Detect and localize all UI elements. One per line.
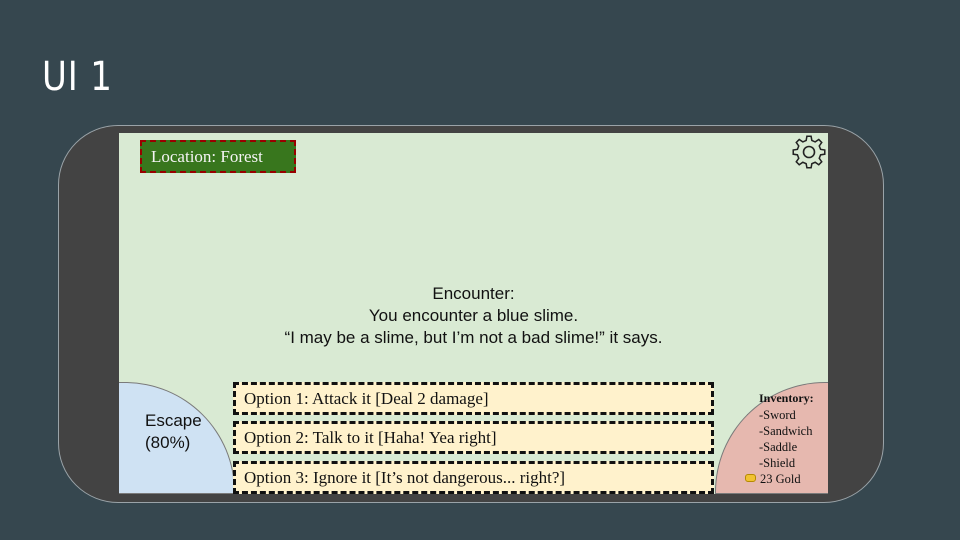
option-talk-button[interactable]: Option 2: Talk to it [Haha! Yea right] [233, 421, 714, 454]
encounter-text: Encounter: You encounter a blue slime. “… [119, 283, 828, 349]
encounter-heading: Encounter: [432, 284, 515, 303]
gear-icon[interactable] [790, 133, 828, 171]
inventory-item: -Saddle [759, 440, 798, 454]
option-ignore-button[interactable]: Option 3: Ignore it [It’s not dangerous.… [233, 461, 714, 494]
inventory-list: -Sword -Sandwich -Saddle -Shield [759, 407, 812, 471]
inventory-panel[interactable]: Inventory: -Sword -Sandwich -Saddle -Shi… [715, 382, 828, 494]
inventory-item: -Sword [759, 408, 796, 422]
encounter-line: “I may be a slime, but I’m not a bad sli… [284, 328, 663, 347]
encounter-line: You encounter a blue slime. [368, 306, 579, 325]
gold-row: 23 Gold [745, 471, 801, 487]
escape-label: Escape (80%) [145, 411, 202, 452]
inventory-item: -Sandwich [759, 424, 813, 438]
coin-icon [745, 474, 756, 482]
escape-button[interactable]: Escape (80%) [119, 382, 235, 494]
location-label: Location: Forest [140, 140, 296, 173]
game-screen: Location: Forest Encounter: You encounte… [119, 133, 828, 494]
slide-title: UI 1 [42, 54, 113, 100]
inventory-title: Inventory: [759, 391, 814, 405]
inventory-item: -Shield [759, 456, 796, 470]
gold-amount: 23 Gold [760, 472, 801, 486]
option-attack-button[interactable]: Option 1: Attack it [Deal 2 damage] [233, 382, 714, 415]
